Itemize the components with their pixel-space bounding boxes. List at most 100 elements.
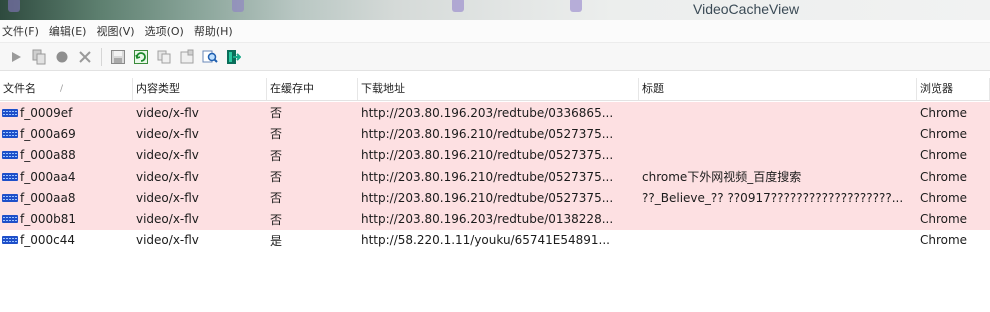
cell-browser: Chrome bbox=[920, 212, 968, 227]
column-header-label: 下载地址 bbox=[361, 82, 405, 95]
sort-indicator: / bbox=[60, 84, 64, 94]
desktop-icon bbox=[8, 0, 20, 12]
cell-content-type: video/x-flv bbox=[136, 233, 199, 248]
column-header-content-type[interactable]: 内容类型 bbox=[133, 78, 267, 100]
table-body: f_0009ef video/x-flv 否 http://203.80.196.20… bbox=[0, 102, 990, 252]
video-file-icon bbox=[2, 129, 18, 138]
cell-url: http://203.80.196.203/redtube/0336865... bbox=[361, 105, 614, 120]
cell-url: http://203.80.196.210/redtube/0527375... bbox=[361, 126, 614, 141]
cell-url: http://203.80.196.210/redtube/0527375... bbox=[361, 148, 614, 163]
column-header-label: 在缓存中 bbox=[270, 82, 314, 95]
video-file-icon bbox=[2, 236, 18, 245]
cell-in-cache: 否 bbox=[270, 127, 283, 142]
desktop-icon bbox=[570, 0, 582, 12]
file-name-text: f_000aa8 bbox=[20, 190, 76, 205]
menu-file[interactable]: 文件(F) bbox=[0, 23, 45, 39]
cell-content-type: video/x-flv bbox=[136, 126, 199, 141]
cell-content-type: video/x-flv bbox=[136, 212, 199, 227]
table-row[interactable]: f_000b81 video/x-flv 否 http://203.80.196.20… bbox=[0, 208, 990, 230]
desktop-icon bbox=[452, 0, 464, 12]
cell-filename: f_000b81 bbox=[0, 212, 133, 226]
column-header-title[interactable]: 标题 bbox=[639, 78, 917, 100]
cell-filename: f_000aa4 bbox=[0, 170, 133, 184]
copy-files-button[interactable] bbox=[29, 47, 49, 67]
table-row[interactable]: f_0009ef video/x-flv 否 http://203.80.196.20… bbox=[0, 102, 990, 124]
column-header-in-cache[interactable]: 在缓存中 bbox=[267, 78, 358, 100]
cell-in-cache: 否 bbox=[270, 148, 283, 163]
refresh-icon bbox=[134, 49, 148, 64]
file-name-text: f_000b81 bbox=[20, 212, 77, 227]
toolbar-separator bbox=[101, 47, 102, 66]
cell-in-cache: 是 bbox=[270, 233, 283, 248]
video-file-icon bbox=[2, 215, 18, 224]
file-name-text: f_000aa4 bbox=[20, 169, 76, 184]
menu-edit[interactable]: 编辑(E) bbox=[47, 23, 93, 39]
table-row[interactable]: f_000a88 video/x-flv 否 http://203.80.196.21… bbox=[0, 144, 990, 166]
video-file-icon bbox=[2, 151, 18, 160]
column-header-download-url[interactable]: 下载地址 bbox=[358, 78, 639, 100]
exit-icon bbox=[227, 49, 241, 64]
cell-browser: Chrome bbox=[920, 233, 968, 248]
cell-title: chrome下外网视频_百度搜索 bbox=[642, 170, 802, 185]
file-name-text: f_0009ef bbox=[20, 105, 73, 120]
column-header-browser[interactable]: 浏览器 bbox=[917, 78, 990, 100]
table-header: 文件名 / 内容类型 在缓存中 下载地址 标题 浏览器 bbox=[0, 78, 990, 101]
cell-url: http://203.80.196.203/redtube/0138228... bbox=[361, 212, 614, 227]
column-header-label: 浏览器 bbox=[920, 82, 953, 95]
play-button[interactable] bbox=[6, 47, 26, 67]
properties-button[interactable] bbox=[177, 47, 197, 67]
save-button[interactable] bbox=[108, 47, 128, 67]
copy-files-icon bbox=[32, 49, 46, 64]
column-header-label: 标题 bbox=[642, 82, 664, 95]
exit-button[interactable] bbox=[223, 47, 243, 67]
find-button[interactable] bbox=[200, 47, 220, 67]
menu-view[interactable]: 视图(V) bbox=[94, 23, 140, 39]
delete-icon bbox=[79, 50, 91, 63]
cell-filename: f_0009ef bbox=[0, 106, 133, 120]
cell-content-type: video/x-flv bbox=[136, 105, 199, 120]
cell-url: http://203.80.196.210/redtube/0527375... bbox=[361, 169, 614, 184]
cell-filename: f_000a69 bbox=[0, 127, 133, 141]
menu-bar: 文件(F) 编辑(E) 视图(V) 选项(O) 帮助(H) bbox=[0, 20, 990, 43]
cell-in-cache: 否 bbox=[270, 106, 283, 121]
title-bar: VideoCacheView bbox=[0, 0, 990, 20]
table-row[interactable]: f_000aa8 video/x-flv 否 http://203.80.196.21… bbox=[0, 187, 990, 209]
cell-browser: Chrome bbox=[920, 105, 968, 120]
play-icon bbox=[12, 51, 21, 62]
refresh-button[interactable] bbox=[131, 47, 151, 67]
table-row[interactable]: f_000aa4 video/x-flv 否 http://203.80.196.21… bbox=[0, 165, 990, 188]
cell-content-type: video/x-flv bbox=[136, 148, 199, 163]
cell-in-cache: 否 bbox=[270, 191, 283, 206]
cell-browser: Chrome bbox=[920, 126, 968, 141]
find-icon bbox=[202, 50, 218, 63]
cell-in-cache: 否 bbox=[270, 170, 283, 185]
cell-url: http://58.220.1.11/youku/65741E54891... bbox=[361, 233, 610, 248]
file-name-text: f_000a69 bbox=[20, 126, 76, 141]
video-file-icon bbox=[2, 172, 18, 181]
cell-title: ??_Believe_?? ??0917???????????????????.… bbox=[642, 190, 904, 205]
copy-button[interactable] bbox=[154, 47, 174, 67]
window-title: VideoCacheView bbox=[693, 1, 800, 17]
desktop-icon bbox=[232, 0, 244, 12]
menu-help[interactable]: 帮助(H) bbox=[192, 23, 239, 39]
file-name-text: f_000a88 bbox=[20, 148, 76, 163]
properties-icon bbox=[180, 49, 194, 63]
cell-filename: f_000a88 bbox=[0, 148, 133, 162]
column-header-label: 内容类型 bbox=[136, 82, 180, 95]
column-header-filename[interactable]: 文件名 / bbox=[0, 78, 133, 100]
cell-browser: Chrome bbox=[920, 148, 968, 163]
table-row[interactable]: f_000a69 video/x-flv 否 http://203.80.196.21… bbox=[0, 123, 990, 145]
cell-filename: f_000c44 bbox=[0, 233, 133, 247]
file-name-text: f_000c44 bbox=[20, 233, 75, 248]
cell-browser: Chrome bbox=[920, 169, 968, 184]
copy-icon bbox=[157, 50, 171, 63]
menu-options[interactable]: 选项(O) bbox=[143, 23, 190, 39]
cell-content-type: video/x-flv bbox=[136, 169, 199, 184]
record-icon bbox=[56, 51, 68, 62]
toolbar bbox=[0, 43, 990, 71]
record-button[interactable] bbox=[52, 47, 72, 67]
cell-filename: f_000aa8 bbox=[0, 191, 133, 205]
table-row[interactable]: f_000c44 video/x-flv 是 http://58.220.1.11/y… bbox=[0, 229, 990, 252]
cell-content-type: video/x-flv bbox=[136, 190, 199, 205]
delete-button[interactable] bbox=[75, 47, 95, 67]
